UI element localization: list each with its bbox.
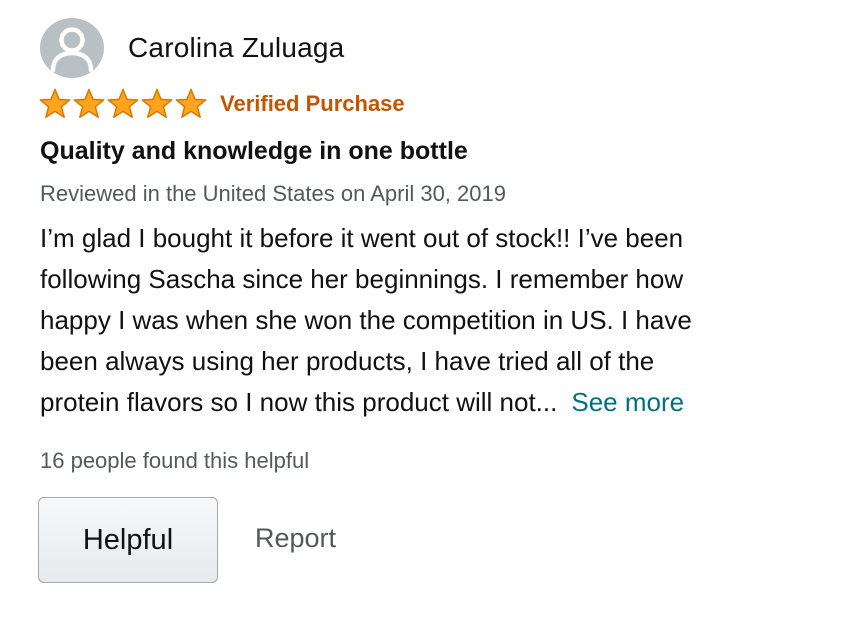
star-icon <box>175 88 207 118</box>
rating-row: Verified Purchase <box>38 88 405 120</box>
verified-purchase-badge: Verified Purchase <box>220 91 405 116</box>
review-date: Reviewed in the United States on April 3… <box>40 181 506 206</box>
report-link[interactable]: Report <box>255 523 336 554</box>
star-rating[interactable] <box>38 88 208 120</box>
helpful-count: 16 people found this helpful <box>40 448 310 473</box>
see-more-link[interactable]: See more <box>571 387 684 417</box>
customer-review: Carolina Zuluaga Verified Purchase Quali… <box>0 0 846 630</box>
default-user-avatar-icon <box>40 18 104 78</box>
star-icon <box>73 88 105 118</box>
reviewer-name[interactable]: Carolina Zuluaga <box>128 32 344 64</box>
review-body-line: happy I was when she won the competition… <box>40 305 692 335</box>
helpful-button[interactable]: Helpful <box>38 497 218 583</box>
review-body-line: I’m glad I bought it before it went out … <box>40 223 684 253</box>
review-body-line-last: protein flavors so I now this product wi… <box>40 382 820 423</box>
review-body-line-text: protein flavors so I now this product wi… <box>40 387 558 417</box>
review-body: I’m glad I bought it before it went out … <box>40 218 820 423</box>
review-body-line: following Sascha since her beginnings. I… <box>40 264 684 294</box>
star-icon <box>107 88 139 118</box>
star-icon <box>141 88 173 118</box>
star-icon <box>39 88 71 118</box>
review-title[interactable]: Quality and knowledge in one bottle <box>40 137 468 166</box>
review-body-line: been always using her products, I have t… <box>40 346 655 376</box>
reviewer-profile[interactable]: Carolina Zuluaga <box>40 18 344 78</box>
